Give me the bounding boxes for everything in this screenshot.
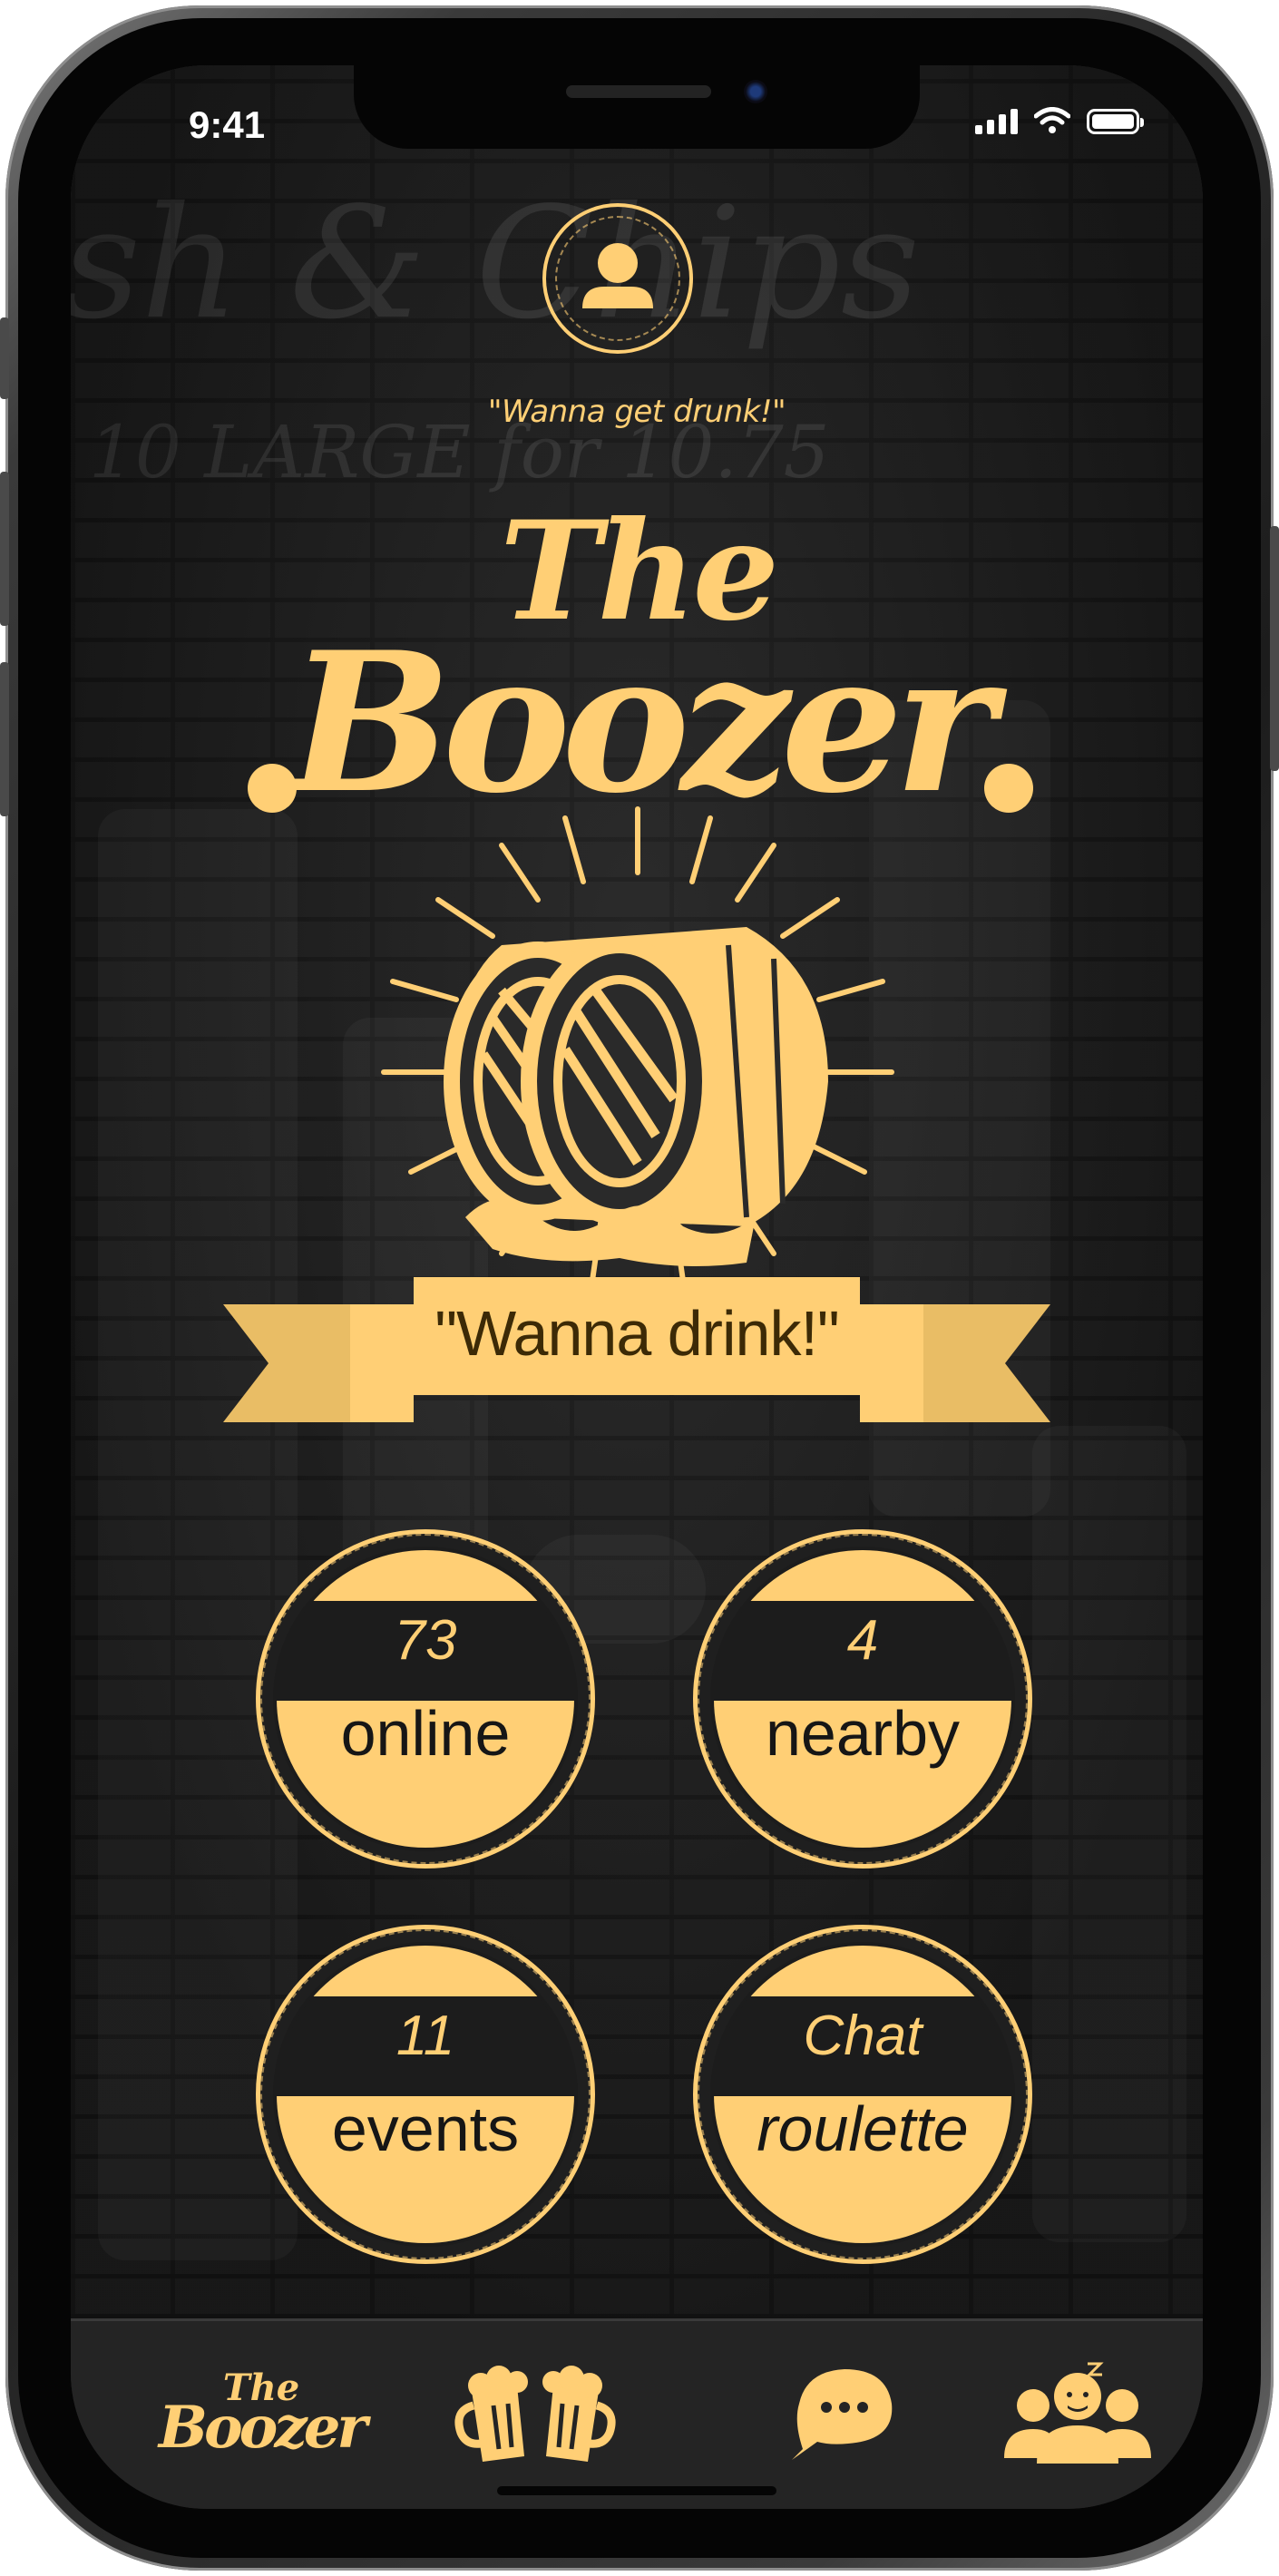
user-icon [582,243,653,308]
nearby-label: nearby [765,1698,961,1769]
home-indicator [497,2486,776,2495]
chat-bubble-icon [792,2369,893,2460]
profile-tagline: "Wanna get drunk!" [487,394,786,430]
status-time: 9:41 [189,103,266,146]
speaker-grille [566,85,711,98]
bottom-tab-bar: The Boozer [71,2318,1203,2509]
logo-dot-right [984,764,1033,813]
signal-icon [975,107,1018,134]
tab-friends[interactable] [987,2354,1168,2472]
home-logo-icon: The Boozer [158,2366,367,2462]
status-icons [975,107,1144,134]
online-users-button[interactable]: 73 online [256,1529,595,1869]
profile-avatar-button[interactable] [542,203,693,354]
chat-roulette-title: Chat [803,2005,923,2067]
events-label: events [331,2093,520,2164]
notch [354,65,920,149]
wifi-icon [1034,107,1070,133]
volume-up-button [0,472,9,626]
online-label: online [340,1698,511,1769]
online-count: 73 [394,1609,457,1672]
events-count: 11 [395,2005,455,2067]
barrels-icon [381,806,894,1283]
nearby-count: 4 [846,1609,879,1672]
chat-roulette-button[interactable]: Chat roulette [693,1925,1032,2264]
beer-mugs-icon [454,2366,616,2462]
mute-switch [0,317,9,399]
the-boozer-logo: The Boozer [248,492,1033,1308]
events-button[interactable]: 11 events [256,1925,595,2264]
friends-icon [1004,2362,1151,2464]
battery-icon [1087,109,1144,134]
slogan-ribbon: "Wanna drink!" [223,1277,1050,1495]
tab-chat[interactable] [753,2354,934,2472]
front-camera [744,80,767,103]
chat-roulette-label: roulette [757,2093,969,2164]
tab-home[interactable]: The Boozer [159,2354,367,2472]
app-screen: sh & Chips 10 LARGE for 10.75 9:41 "Wann… [71,65,1203,2509]
power-button [1270,526,1279,771]
tab-drinks[interactable] [444,2354,626,2472]
logo-dot-left [248,764,297,813]
nearby-users-button[interactable]: 4 nearby [693,1529,1032,1869]
slogan-text: "Wanna drink!" [434,1298,840,1369]
volume-down-button [0,662,9,816]
